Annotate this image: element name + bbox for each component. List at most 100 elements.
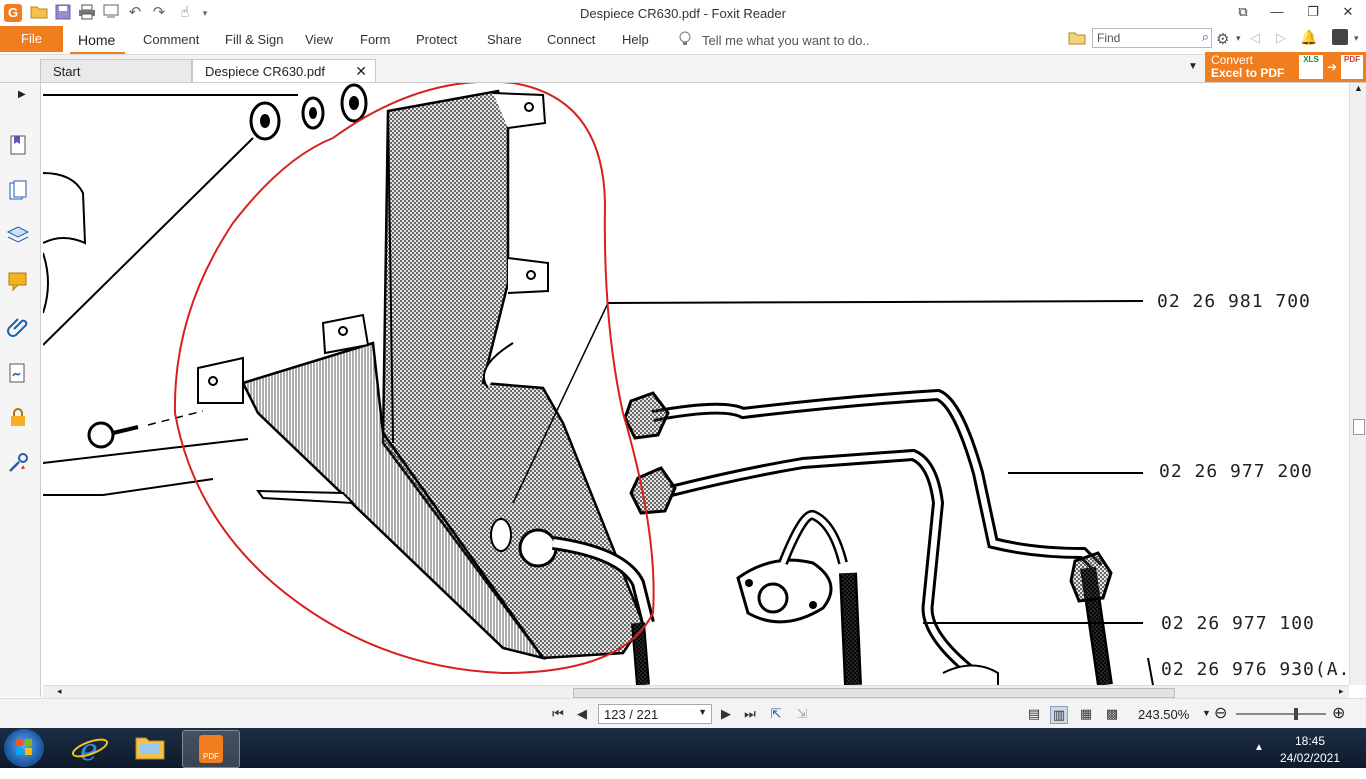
open-icon[interactable] (30, 4, 48, 22)
tab-view[interactable]: View (305, 32, 333, 47)
horizontal-scrollbar[interactable]: ◂ ▸ (43, 685, 1349, 699)
facing-page-icon[interactable]: ▦ (1078, 706, 1094, 722)
previous-result-icon[interactable]: ◁ (1250, 30, 1260, 46)
foxit-reader-taskbar-icon[interactable]: PDF (182, 730, 240, 768)
hand-tool-icon[interactable]: ☝ (176, 4, 194, 22)
windows-start-icon[interactable] (4, 729, 44, 767)
svg-text:e: e (80, 733, 98, 766)
document-view[interactable]: 02 26 981 700 02 26 977 200 02 26 977 10… (43, 83, 1348, 685)
minimize-button[interactable]: — (1262, 2, 1292, 22)
foxit-label: PDF (199, 735, 223, 763)
zoom-out-icon[interactable]: ⊖ (1214, 703, 1227, 723)
previous-view-icon[interactable]: ⇱ (768, 706, 784, 722)
active-tab-indicator (70, 52, 125, 54)
previous-page-icon[interactable]: ◀ (574, 706, 590, 722)
last-page-icon[interactable]: ⏭ (742, 706, 758, 722)
file-menu[interactable]: File (0, 26, 63, 52)
search-icon[interactable]: ⌕ (1202, 29, 1209, 45)
page-number-field[interactable]: 123 / 221 ▼ (598, 704, 712, 724)
chevron-down-icon[interactable]: ▾ (1236, 33, 1241, 44)
chevron-down-icon[interactable]: ▾ (1354, 33, 1359, 44)
tab-home[interactable]: Home (78, 32, 115, 48)
tab-comment[interactable]: Comment (143, 32, 199, 47)
scroll-thumb[interactable] (1353, 419, 1365, 435)
zoom-in-icon[interactable]: ⊕ (1332, 703, 1345, 723)
part-number-label: 02 26 977 200 (1159, 461, 1313, 482)
title-bar: G ↶ ↷ ☝ ▾ Despiece CR630.pdf - Foxit Rea… (0, 0, 1366, 26)
zoom-slider[interactable] (1236, 708, 1326, 720)
scroll-right-icon[interactable]: ▸ (1339, 686, 1344, 697)
bookmark-icon[interactable] (6, 133, 30, 157)
search-folder-icon[interactable] (1068, 30, 1086, 46)
tab-list-chevron-icon[interactable]: ▼ (1188, 61, 1198, 72)
parts-drawing (43, 83, 1154, 685)
next-result-icon[interactable]: ▷ (1276, 30, 1286, 46)
tab-document[interactable]: Despiece CR630.pdf ✕ (192, 59, 376, 82)
bolt (87, 410, 204, 449)
maximize-button[interactable]: ❐ (1298, 2, 1328, 22)
tab-share[interactable]: Share (487, 32, 522, 47)
clock-time[interactable]: 18:45 (1290, 734, 1330, 748)
find-input[interactable] (1093, 29, 1197, 47)
status-bar: ⏮ ◀ 123 / 221 ▼ ▶ ⏭ ⇱ ⇲ ▤ ▥ ▦ ▩ 243.50% … (0, 698, 1366, 729)
signature-icon[interactable] (6, 361, 30, 385)
tab-label: Despiece CR630.pdf (205, 64, 325, 79)
zoom-slider-thumb[interactable] (1294, 708, 1298, 720)
foxit-logo-icon[interactable]: G (4, 4, 22, 22)
convert-excel-banner[interactable]: Convert Excel to PDF XLS ➔ PDF (1205, 52, 1366, 82)
close-icon[interactable]: ✕ (355, 60, 367, 83)
screen-icon[interactable] (102, 4, 120, 22)
save-icon[interactable] (54, 4, 72, 22)
washer-group (249, 83, 368, 141)
page-number-text: 123 / 221 (604, 707, 659, 722)
next-page-icon[interactable]: ▶ (718, 706, 734, 722)
restore-ribbon-icon[interactable]: ⧉ (1228, 2, 1258, 22)
chevron-down-icon[interactable]: ▼ (1202, 708, 1211, 718)
bell-icon[interactable]: 🔔 (1300, 29, 1317, 46)
tools-icon[interactable] (6, 451, 30, 475)
first-page-icon[interactable]: ⏮ (550, 706, 566, 722)
lightbulb-icon (678, 31, 692, 47)
scroll-left-icon[interactable]: ◂ (57, 686, 62, 697)
attachments-icon[interactable] (6, 315, 30, 339)
tell-me-input[interactable]: Tell me what you want to do.. (702, 33, 870, 48)
tab-form[interactable]: Form (360, 32, 390, 47)
gear-icon[interactable]: ⚙ (1216, 30, 1229, 48)
banner-line2: Excel to PDF (1211, 66, 1285, 80)
scroll-up-icon[interactable]: ▲ (1354, 83, 1363, 93)
close-button[interactable]: ✕ (1333, 2, 1363, 22)
navigation-panel: ▶ (0, 83, 41, 697)
part-number-label: 02 26 976 930(A.7 (1161, 659, 1348, 680)
tab-start[interactable]: Start (40, 59, 192, 82)
clock-date[interactable]: 24/02/2021 (1278, 751, 1342, 765)
flange (736, 510, 862, 685)
security-icon[interactable] (6, 405, 30, 429)
single-page-icon[interactable]: ▤ (1026, 706, 1042, 722)
chevron-down-icon[interactable]: ▾ (196, 4, 214, 22)
tray-arrow-icon[interactable]: ▲ (1254, 742, 1264, 753)
vertical-scrollbar[interactable]: ▲ (1349, 83, 1366, 685)
layers-icon[interactable] (6, 223, 30, 247)
zoom-level[interactable]: 243.50% (1138, 707, 1189, 722)
tab-fill-sign[interactable]: Fill & Sign (225, 32, 284, 47)
redo-icon[interactable]: ↷ (150, 4, 168, 22)
print-icon[interactable] (78, 4, 96, 22)
account-icon[interactable] (1332, 29, 1348, 45)
expand-panel-icon[interactable]: ▶ (18, 89, 26, 100)
tab-help[interactable]: Help (622, 32, 649, 47)
chevron-down-icon[interactable]: ▼ (698, 707, 707, 717)
continuous-facing-icon[interactable]: ▩ (1104, 706, 1120, 722)
file-explorer-icon[interactable] (122, 730, 178, 766)
continuous-page-icon[interactable]: ▥ (1050, 706, 1068, 724)
comments-icon[interactable] (6, 269, 30, 293)
scroll-thumb[interactable] (573, 688, 1175, 698)
pdf-icon: PDF (1341, 55, 1363, 79)
pages-icon[interactable] (6, 179, 30, 203)
part-number-label: 02 26 977 100 (1161, 613, 1315, 634)
tab-connect[interactable]: Connect (547, 32, 595, 47)
next-view-icon[interactable]: ⇲ (794, 706, 810, 722)
internet-explorer-icon[interactable]: e (62, 730, 118, 768)
undo-icon[interactable]: ↶ (126, 4, 144, 22)
tab-protect[interactable]: Protect (416, 32, 457, 47)
tab-label: Start (53, 64, 81, 79)
